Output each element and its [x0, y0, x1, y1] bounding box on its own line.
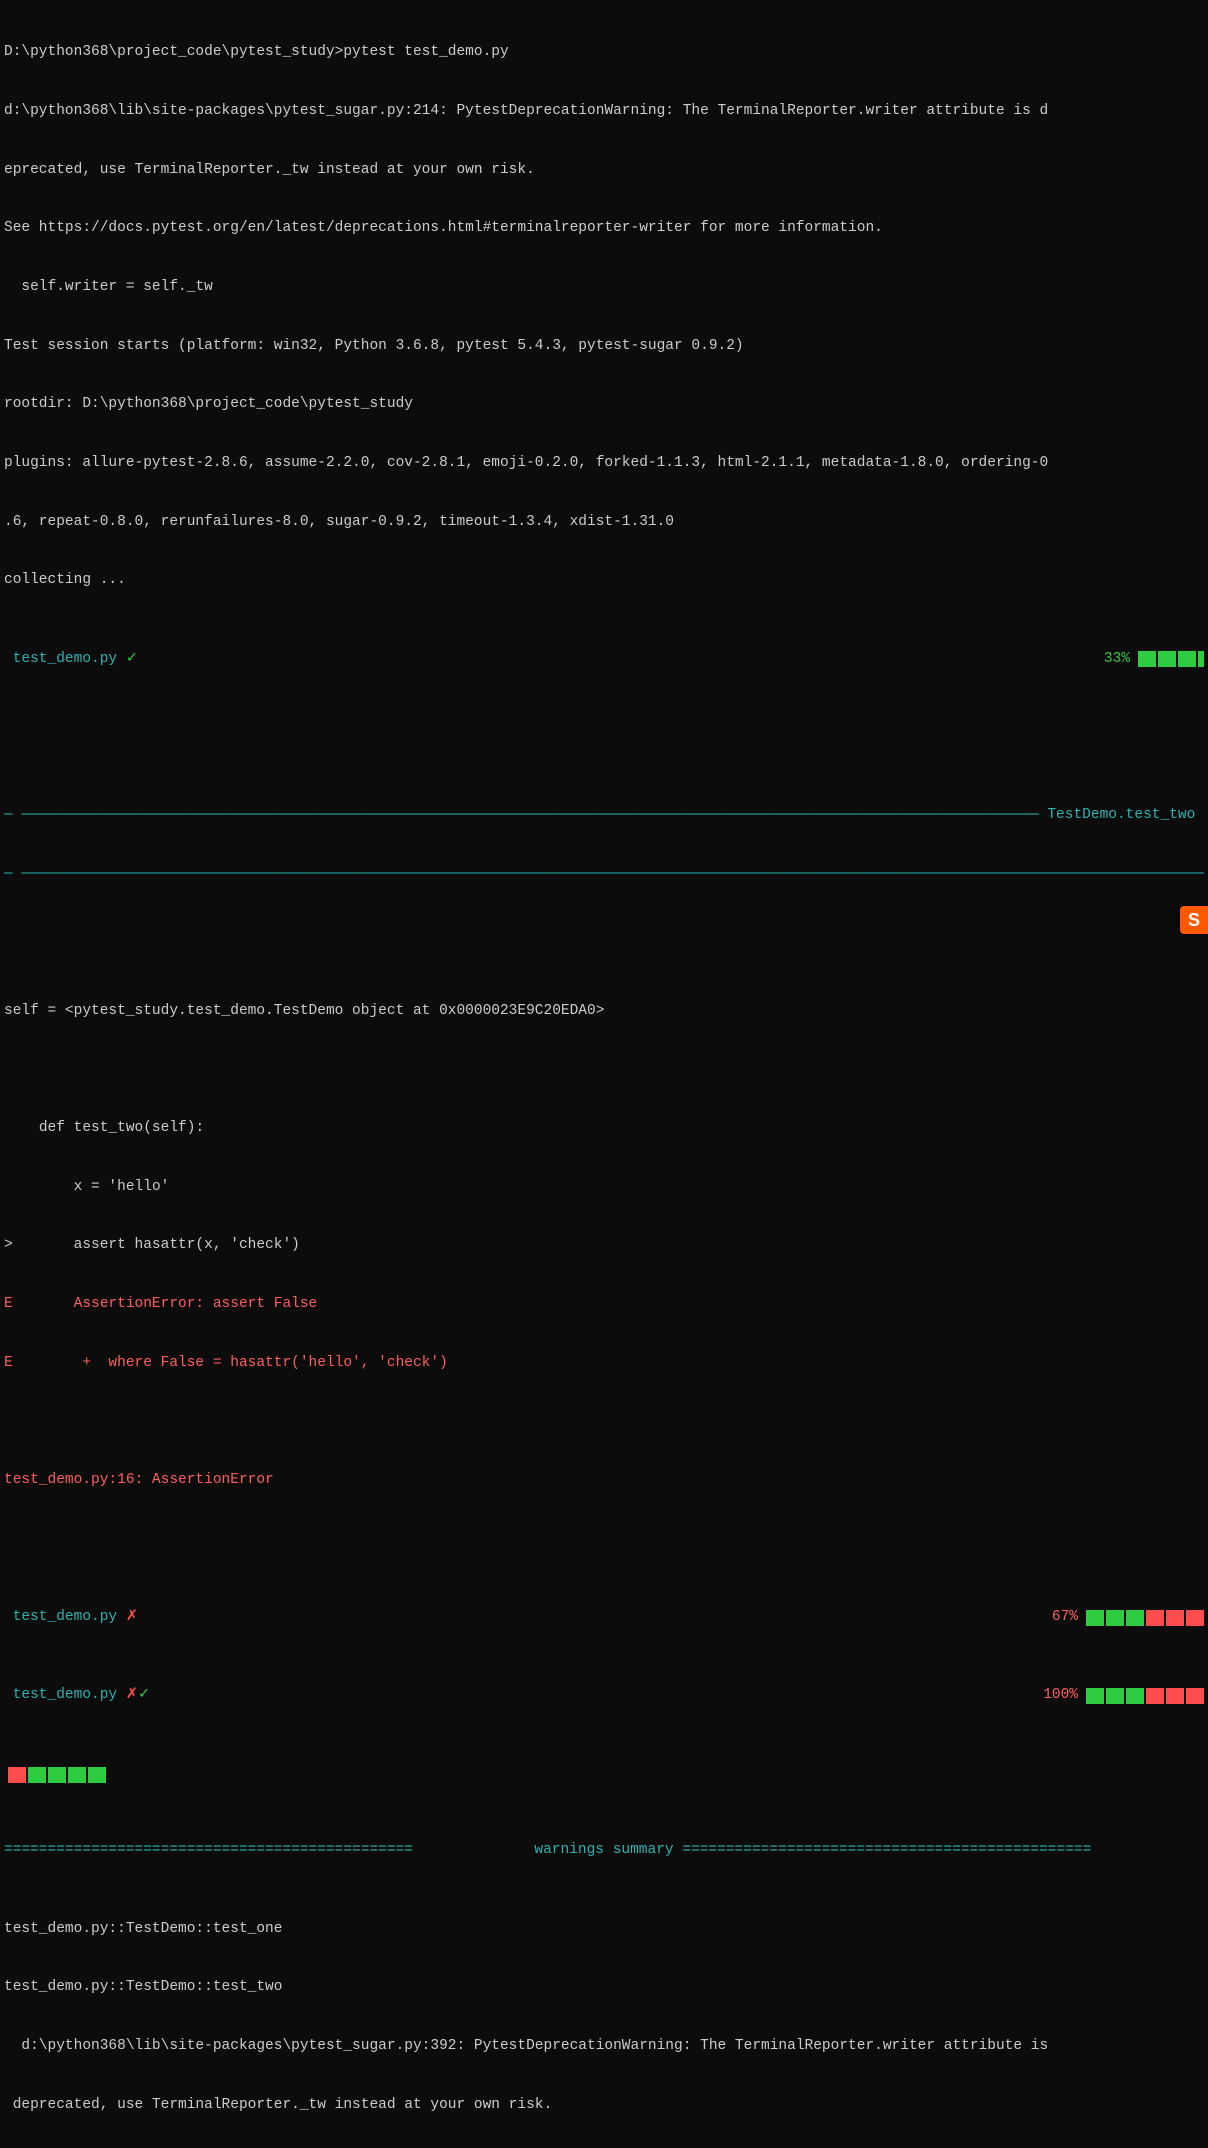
progress-block: [1138, 651, 1156, 667]
deprecation-docs-link: See https://docs.pytest.org/en/latest/de…: [4, 219, 1204, 239]
test-file-label: test_demo.py: [4, 651, 126, 667]
progress-block: [1086, 1688, 1104, 1704]
warnings-title: warnings summary: [526, 1841, 683, 1861]
failure-title: TestDemo.test_two: [1039, 806, 1204, 826]
test-file-label: test_demo.py: [4, 1609, 126, 1625]
error-location: test_demo.py:16: AssertionError: [4, 1471, 1204, 1491]
collecting-line: collecting ...: [4, 571, 1204, 591]
warning-text: deprecated, use TerminalReporter._tw ins…: [4, 2096, 1204, 2116]
fail-x-icon: ✗: [126, 1609, 138, 1625]
warning-testid: test_demo.py::TestDemo::test_two: [4, 1978, 1204, 1998]
progress-block: [1126, 1688, 1144, 1704]
progress-block: [1146, 1610, 1164, 1626]
failure-header: ― ――――――――――――――――――――――――――――――――――――――…: [4, 806, 1204, 826]
assertion-error: E AssertionError: assert False: [4, 1295, 1204, 1315]
traceback-assert: > assert hasattr(x, 'check'): [4, 1236, 1204, 1256]
ime-indicator-icon[interactable]: S: [1180, 906, 1208, 934]
deprecation-warning-line: eprecated, use TerminalReporter._tw inst…: [4, 161, 1204, 181]
pass-check-icon: ✓: [138, 1687, 150, 1703]
self-repr: self = <pytest_study.test_demo.TestDemo …: [4, 1002, 1204, 1022]
progress-bar: [1086, 1688, 1204, 1704]
progress-block: [1166, 1688, 1184, 1704]
progress-block: [1106, 1610, 1124, 1626]
deprecation-code-line: self.writer = self._tw: [4, 278, 1204, 298]
progress-block: [1106, 1688, 1124, 1704]
progress-row-33: test_demo.py ✓ 33%: [4, 650, 1204, 670]
warnings-header: ========================================…: [4, 1841, 1204, 1861]
blank-line: [4, 1530, 1204, 1550]
progress-block: [1158, 651, 1176, 667]
shell-prompt: D:\python368\project_code\pytest_study>p…: [4, 43, 1204, 63]
test-file-label: test_demo.py: [4, 1687, 126, 1703]
rootdir-line: rootdir: D:\python368\project_code\pytes…: [4, 395, 1204, 415]
progress-block: [1186, 1610, 1204, 1626]
blank-line: [4, 1060, 1204, 1080]
plugins-line: .6, repeat-0.8.0, rerunfailures-8.0, sug…: [4, 513, 1204, 533]
traceback-code: x = 'hello': [4, 1178, 1204, 1198]
progress-row-100: test_demo.py ✗✓ 100%: [4, 1686, 1204, 1706]
progress-row-67: test_demo.py ✗ 67%: [4, 1608, 1204, 1628]
progress-block: [1126, 1610, 1144, 1626]
progress-block: [1166, 1610, 1184, 1626]
plugins-line: plugins: allure-pytest-2.8.6, assume-2.2…: [4, 454, 1204, 474]
separator-dash: ― ――――――――――――――――――――――――――――――――――――――…: [4, 865, 1204, 885]
progress-block: [68, 1767, 86, 1783]
traceback-code: def test_two(self):: [4, 1119, 1204, 1139]
progress-block: [28, 1767, 46, 1783]
terminal-output[interactable]: D:\python368\project_code\pytest_study>p…: [0, 0, 1208, 2148]
warning-testid: test_demo.py::TestDemo::test_one: [4, 1920, 1204, 1940]
blank-line: [4, 1413, 1204, 1433]
progress-block: [1178, 651, 1196, 667]
ime-label: S: [1188, 908, 1200, 932]
progress-bar-wrap: [4, 1767, 1204, 1783]
session-start: Test session starts (platform: win32, Py…: [4, 337, 1204, 357]
progress-bar: [1086, 1610, 1204, 1626]
progress-bar: [1138, 651, 1204, 667]
blank-line: [4, 728, 1204, 748]
separator-dash: ― ――――――――――――――――――――――――――――――――――――――…: [4, 806, 1039, 826]
progress-block: [1198, 651, 1204, 667]
progress-block: [1086, 1610, 1104, 1626]
blank-line: [4, 943, 1204, 963]
progress-block: [88, 1767, 106, 1783]
progress-block: [48, 1767, 66, 1783]
progress-percent: 100%: [1018, 1686, 1086, 1706]
separator-equals: ========================================…: [4, 1841, 526, 1861]
fail-x-icon: ✗: [126, 1687, 138, 1703]
assertion-error: E + where False = hasattr('hello', 'chec…: [4, 1354, 1204, 1374]
progress-block: [8, 1767, 26, 1783]
deprecation-warning-line: d:\python368\lib\site-packages\pytest_su…: [4, 102, 1204, 122]
progress-percent: 33%: [1070, 650, 1138, 670]
progress-block: [1186, 1688, 1204, 1704]
pass-check-icon: ✓: [126, 651, 138, 667]
progress-percent: 67%: [1018, 1608, 1086, 1628]
separator-equals: ========================================…: [682, 1841, 1204, 1861]
progress-block: [1146, 1688, 1164, 1704]
warning-text: d:\python368\lib\site-packages\pytest_su…: [4, 2037, 1204, 2057]
